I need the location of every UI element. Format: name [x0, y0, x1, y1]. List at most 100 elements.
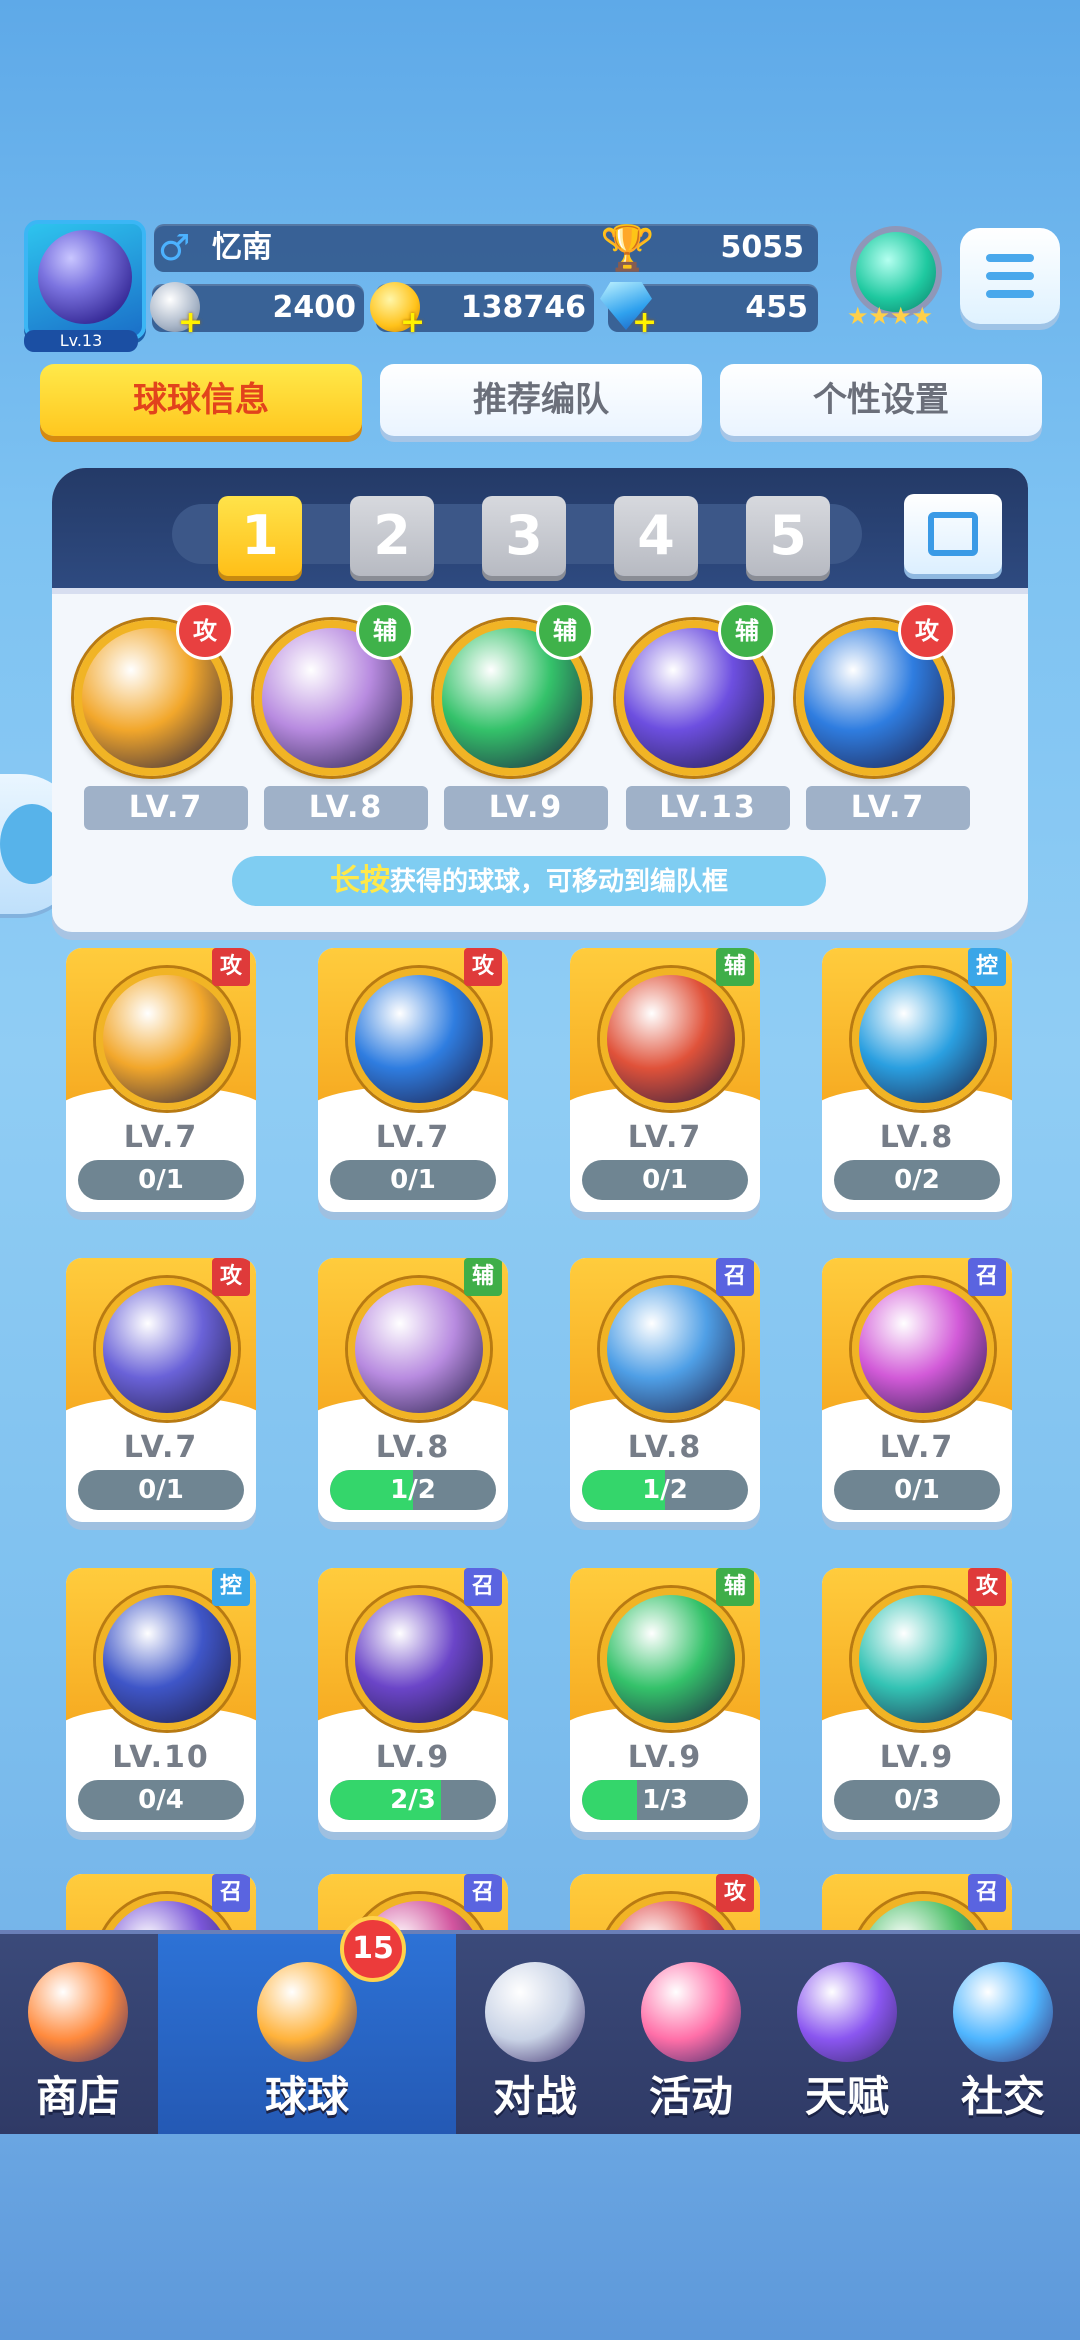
shop-icon: [28, 1962, 128, 2062]
ball-progress-bar: 2/3: [330, 1780, 496, 1820]
ball-progress-text: 0/2: [894, 1165, 940, 1195]
share-button[interactable]: [904, 494, 1002, 574]
ball-card[interactable]: 辅 LV.9 1/3: [570, 1568, 760, 1832]
player-avatar[interactable]: [24, 220, 146, 340]
ball-progress-bar: 0/1: [78, 1470, 244, 1510]
team-slot-4[interactable]: 4: [614, 496, 698, 576]
gem-bar[interactable]: + 455: [600, 282, 818, 338]
nav-ball[interactable]: 球球: [158, 1934, 456, 2134]
ball-progress-bar: 0/1: [330, 1160, 496, 1200]
team-slot-1[interactable]: 1: [218, 496, 302, 576]
ball-icon: [257, 1962, 357, 2062]
ball-orb-icon: [852, 1278, 994, 1420]
player-level-tag: Lv.13: [24, 330, 138, 352]
gem-count: 455: [745, 290, 808, 325]
ball-progress-text: 0/3: [894, 1785, 940, 1815]
rank-emblem-icon[interactable]: ★★★★: [840, 226, 942, 330]
ball-type-badge: 召: [968, 1874, 1006, 1912]
team-ball-level: LV.13: [626, 786, 790, 830]
bottom-nav: 商店 球球 对战 活动 天赋 社交: [0, 1930, 1080, 2134]
hint-text: 获得的球球，可移动到编队框: [389, 867, 728, 897]
player-name-bar: ♂ 忆南 🏆 5055: [154, 223, 818, 274]
add-gem-icon[interactable]: +: [632, 308, 657, 338]
ball-card[interactable]: 召 LV.9 2/3: [318, 1568, 508, 1832]
ball-type-badge: 召: [212, 1874, 250, 1912]
ball-progress-text: 1/2: [390, 1475, 436, 1505]
ball-progress-text: 1/2: [642, 1475, 688, 1505]
team-slot-5[interactable]: 5: [746, 496, 830, 576]
ball-type-badge: 召: [968, 1258, 1006, 1296]
ball-orb-icon: [600, 968, 742, 1110]
menu-icon-line: [986, 290, 1034, 298]
tab-personal-settings[interactable]: 个性设置: [720, 364, 1042, 436]
nav-label: 对战: [492, 2072, 577, 2121]
ball-orb-icon: [96, 1588, 238, 1730]
menu-button[interactable]: [960, 228, 1060, 324]
tab-recommended-team[interactable]: 推荐编队: [380, 364, 702, 436]
ball-type-badge: 辅: [716, 1568, 754, 1606]
ball-level: LV.7: [627, 1120, 703, 1155]
ball-card[interactable]: 控 LV.8 0/2: [822, 948, 1012, 1212]
ball-level: LV.7: [375, 1120, 451, 1155]
ball-progress-bar: 1/2: [330, 1470, 496, 1510]
nav-swords[interactable]: 对战: [458, 1934, 612, 2134]
trophy-icon: 🏆: [600, 223, 655, 274]
ball-card[interactable]: 攻 LV.7 0/1: [66, 1258, 256, 1522]
ball-card[interactable]: 控 LV.10 0/4: [66, 1568, 256, 1832]
menu-icon-line: [986, 272, 1034, 280]
team-ball-level: LV.7: [806, 786, 970, 830]
bottom-spacer: [0, 2134, 1080, 2340]
team-slot-3[interactable]: 3: [482, 496, 566, 576]
silver-bar[interactable]: + 2400: [150, 282, 364, 338]
nav-planet[interactable]: 天赋: [770, 1934, 924, 2134]
ball-card[interactable]: 召 LV.8 1/2: [570, 1258, 760, 1522]
ball-type-badge: 召: [464, 1568, 502, 1606]
ball-type-badge: 攻: [212, 1258, 250, 1296]
tab-ball-info[interactable]: 球球信息: [40, 364, 362, 436]
ball-level: LV.8: [375, 1430, 451, 1465]
ball-card[interactable]: 辅 LV.7 0/1: [570, 948, 760, 1212]
ball-card[interactable]: 召 LV.7 0/1: [822, 1258, 1012, 1522]
nav-label: 社交: [960, 2072, 1045, 2121]
ball-card[interactable]: 攻 LV.7 0/1: [66, 948, 256, 1212]
ball-orb-icon: [96, 968, 238, 1110]
ball-type-badge: 辅: [716, 948, 754, 986]
ball-card[interactable]: 攻 LV.9 0/3: [822, 1568, 1012, 1832]
male-icon: ♂: [158, 228, 191, 269]
ball-level: LV.9: [627, 1740, 703, 1775]
nav-label: 活动: [648, 2072, 733, 2121]
hint-highlight: 长按: [329, 863, 390, 898]
ball-progress-bar: 0/1: [78, 1160, 244, 1200]
nav-label: 商店: [35, 2072, 120, 2121]
trophy-count: 5055: [720, 230, 805, 265]
add-gold-icon[interactable]: +: [400, 308, 425, 338]
ball-type-badge: 召: [464, 1874, 502, 1912]
player-name: 忆南: [212, 230, 272, 265]
team-ball-type-badge: 攻: [176, 602, 234, 660]
gold-bar[interactable]: + 138746: [370, 282, 594, 338]
ball-type-badge: 控: [212, 1568, 250, 1606]
ball-progress-bar: 0/3: [834, 1780, 1000, 1820]
team-ball-type-badge: 攻: [898, 602, 956, 660]
nav-shop[interactable]: 商店: [0, 1934, 156, 2134]
ball-card[interactable]: 辅 LV.8 1/2: [318, 1258, 508, 1522]
ball-card[interactable]: 攻 LV.7 0/1: [318, 948, 508, 1212]
ball-orb-icon: [852, 968, 994, 1110]
team-slot-2[interactable]: 2: [350, 496, 434, 576]
nav-party-popper[interactable]: 活动: [614, 1934, 768, 2134]
ball-type-badge: 攻: [212, 948, 250, 986]
add-silver-icon[interactable]: +: [178, 308, 203, 338]
ball-progress-text: 0/1: [138, 1165, 184, 1195]
ball-progress-bar: 1/2: [582, 1470, 748, 1510]
ball-level: LV.7: [123, 1430, 199, 1465]
avatar-orb-icon: [38, 230, 132, 324]
ball-level: LV.8: [627, 1430, 703, 1465]
silver-count: 2400: [272, 290, 357, 325]
team-ball-level: LV.7: [84, 786, 248, 830]
ball-level: LV.10: [112, 1740, 210, 1775]
nav-chat-heart[interactable]: 社交: [926, 1934, 1080, 2134]
ball-progress-text: 1/3: [642, 1785, 688, 1815]
swords-icon: [485, 1962, 585, 2062]
ball-progress-text: 0/1: [390, 1165, 436, 1195]
ball-type-badge: 攻: [968, 1568, 1006, 1606]
